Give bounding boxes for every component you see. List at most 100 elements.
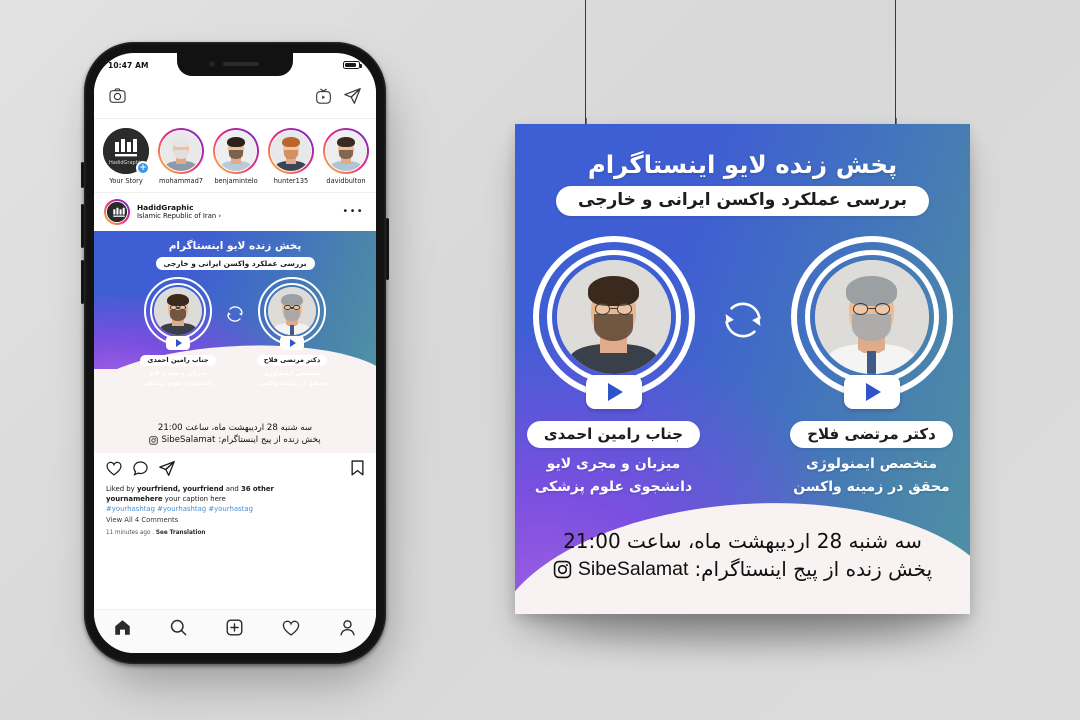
ellipsis-icon[interactable]: ••• (342, 207, 364, 217)
post-hashtags[interactable]: #yourhashtag #yourhashtag #yourhastag (106, 504, 364, 514)
story-avatar[interactable] (268, 128, 314, 174)
likes-prefix: Liked by (106, 485, 137, 493)
poster-subtitle: بررسی عملکرد واکسن ایرانی و خارجی (556, 186, 929, 216)
phone-mockup: 10:47 AM HadidGraphic + Your Story moham… (81, 42, 394, 682)
stories-row[interactable]: HadidGraphic + Your Story mohammad7 benj… (94, 119, 376, 193)
guest-portrait-frame (532, 236, 695, 409)
post-avatar[interactable] (104, 199, 130, 225)
guest-photo (556, 260, 671, 374)
poster-handle-line: پخش زنده از پیج اینستاگرام: SibeSalamat (553, 557, 932, 581)
likes-count[interactable]: 36 other (241, 485, 274, 493)
profile-icon[interactable] (339, 619, 356, 640)
phone-power-button[interactable] (386, 218, 389, 280)
poster-title: پخش زنده لایو اینستاگرام (587, 150, 898, 179)
poster-guests: جناب رامین احمدی میزبان و مجری لایو دانش… (515, 236, 970, 495)
story-avatar[interactable]: HadidGraphic + (103, 128, 150, 175)
bottom-tab-bar[interactable] (94, 609, 376, 653)
caption-text: your caption here (162, 495, 226, 503)
play-icon[interactable] (843, 375, 900, 409)
story-avatar[interactable] (158, 128, 204, 174)
post-caption-block: Liked by yourfriend, yourfriend and 36 o… (94, 484, 376, 537)
story-avatar[interactable] (323, 128, 369, 174)
mini-guest-name: جناب رامین احمدی (140, 355, 216, 366)
post-image[interactable]: پخش زنده لایو اینستاگرام بررسی عملکرد وا… (94, 231, 376, 453)
avatar (215, 130, 257, 172)
story-label: benjamintelo (214, 177, 258, 185)
guest-portrait-frame (790, 236, 953, 409)
mini-guest-role-1: متخصص ایمنولوژی (263, 369, 321, 377)
avatar (325, 130, 367, 172)
mini-guest-host: جناب رامین احمدی میزبان و مجری لایو دانش… (136, 277, 220, 387)
post-username[interactable]: HadidGraphic (137, 203, 335, 212)
story-item[interactable]: davidbulton (323, 128, 369, 185)
poster-mockup: پخش زنده لایو اینستاگرام بررسی عملکرد وا… (470, 0, 1080, 720)
phone-body: 10:47 AM HadidGraphic + Your Story moham… (81, 42, 389, 664)
paper-plane-icon[interactable] (344, 87, 361, 108)
avatar (270, 130, 312, 172)
sync-arrows-icon (714, 294, 772, 346)
story-item[interactable]: benjamintelo (213, 128, 259, 185)
add-story-badge[interactable]: + (136, 161, 150, 175)
story-item[interactable]: HadidGraphic + Your Story (103, 128, 150, 185)
guest-photo (814, 260, 929, 374)
post-location[interactable]: Islamic Republic of Iran › (137, 212, 335, 221)
view-all-comments-link[interactable]: View All 4 Comments (106, 516, 364, 526)
guest-role-2: محقق در زمینه واکسن (793, 479, 950, 495)
likes-names[interactable]: yourfriend, yourfriend (137, 485, 224, 493)
home-icon[interactable] (114, 619, 131, 640)
mini-date-line: سه شنبه 28 اردیبهشت ماه، ساعت 21:00 (157, 423, 313, 433)
story-label: davidbulton (326, 177, 366, 185)
status-time: 10:47 AM (108, 60, 149, 70)
earpiece-speaker (223, 62, 259, 66)
story-item[interactable]: hunter135 (268, 128, 314, 185)
instagram-icon (553, 560, 572, 578)
see-translation-link[interactable]: See Translation (156, 530, 206, 536)
igtv-icon[interactable] (316, 88, 331, 108)
mini-guest-doctor: دکتر مرتضی فلاح متخصص ایمنولوژی محقق در … (250, 277, 334, 387)
post-time-ago: 11 minutes ago . (106, 529, 156, 536)
bookmark-icon[interactable] (351, 460, 364, 480)
story-avatar[interactable] (213, 128, 259, 174)
story-label: hunter135 (273, 177, 309, 185)
guest-role-1: متخصص ایمنولوژی (805, 456, 938, 472)
mini-poster-subtitle: بررسی عملکرد واکسن ایرانی و خارجی (155, 257, 315, 270)
mini-handle: SibeSalamat (161, 435, 216, 445)
guest-role-1: میزبان و مجری لایو (546, 456, 681, 472)
instagram-top-bar (94, 77, 376, 119)
phone-mute-switch[interactable] (81, 162, 84, 188)
guest-doctor: دکتر مرتضی فلاح متخصص ایمنولوژی محقق در … (776, 236, 968, 495)
post-caption-line: yournamehere your caption here (106, 494, 364, 504)
camera-icon[interactable] (109, 88, 126, 107)
story-item[interactable]: mohammad7 (158, 128, 204, 185)
poster-handle-label: پخش زنده از پیج اینستاگرام: (694, 557, 933, 581)
phone-screen: 10:47 AM HadidGraphic + Your Story moham… (94, 53, 376, 653)
phone-volume-up-button[interactable] (81, 204, 84, 248)
play-icon (166, 336, 190, 350)
guest-name: جناب رامین احمدی (526, 421, 701, 448)
front-camera-icon (209, 61, 215, 67)
instagram-icon (149, 435, 159, 445)
phone-volume-down-button[interactable] (81, 260, 84, 304)
guest-name: دکتر مرتضی فلاح (790, 421, 953, 448)
mini-guest-role-2: محقق در زمینه واکسن (257, 380, 327, 387)
comment-icon[interactable] (133, 460, 148, 480)
heart-icon[interactable] (106, 461, 122, 480)
activity-heart-icon[interactable] (282, 620, 300, 640)
paper-plane-icon[interactable] (159, 460, 175, 480)
mini-guest-name: دکتر مرتضی فلاح (256, 355, 328, 366)
play-icon[interactable] (585, 375, 642, 409)
sync-arrows-icon (222, 303, 248, 325)
mini-guest-role-2: دانشجوی علوم پزشکی (143, 380, 213, 387)
post-timestamp-line: 11 minutes ago . See Translation (106, 529, 364, 537)
post-action-bar (94, 453, 376, 484)
caption-username[interactable]: yournamehere (106, 495, 163, 503)
post-header: HadidGraphic Islamic Republic of Iran › … (94, 193, 376, 231)
likes-mid: and (223, 485, 241, 493)
search-icon[interactable] (170, 619, 187, 640)
story-label: Your Story (109, 177, 143, 185)
battery-icon (343, 60, 362, 70)
add-post-icon[interactable] (226, 619, 243, 640)
mini-handle-label: پخش زنده از پیج اینستاگرام: (218, 435, 321, 445)
poster-date-line: سه شنبه 28 اردیبهشت ماه، ساعت 21:00 (563, 529, 922, 553)
poster-handle: SibeSalamat (577, 557, 689, 580)
